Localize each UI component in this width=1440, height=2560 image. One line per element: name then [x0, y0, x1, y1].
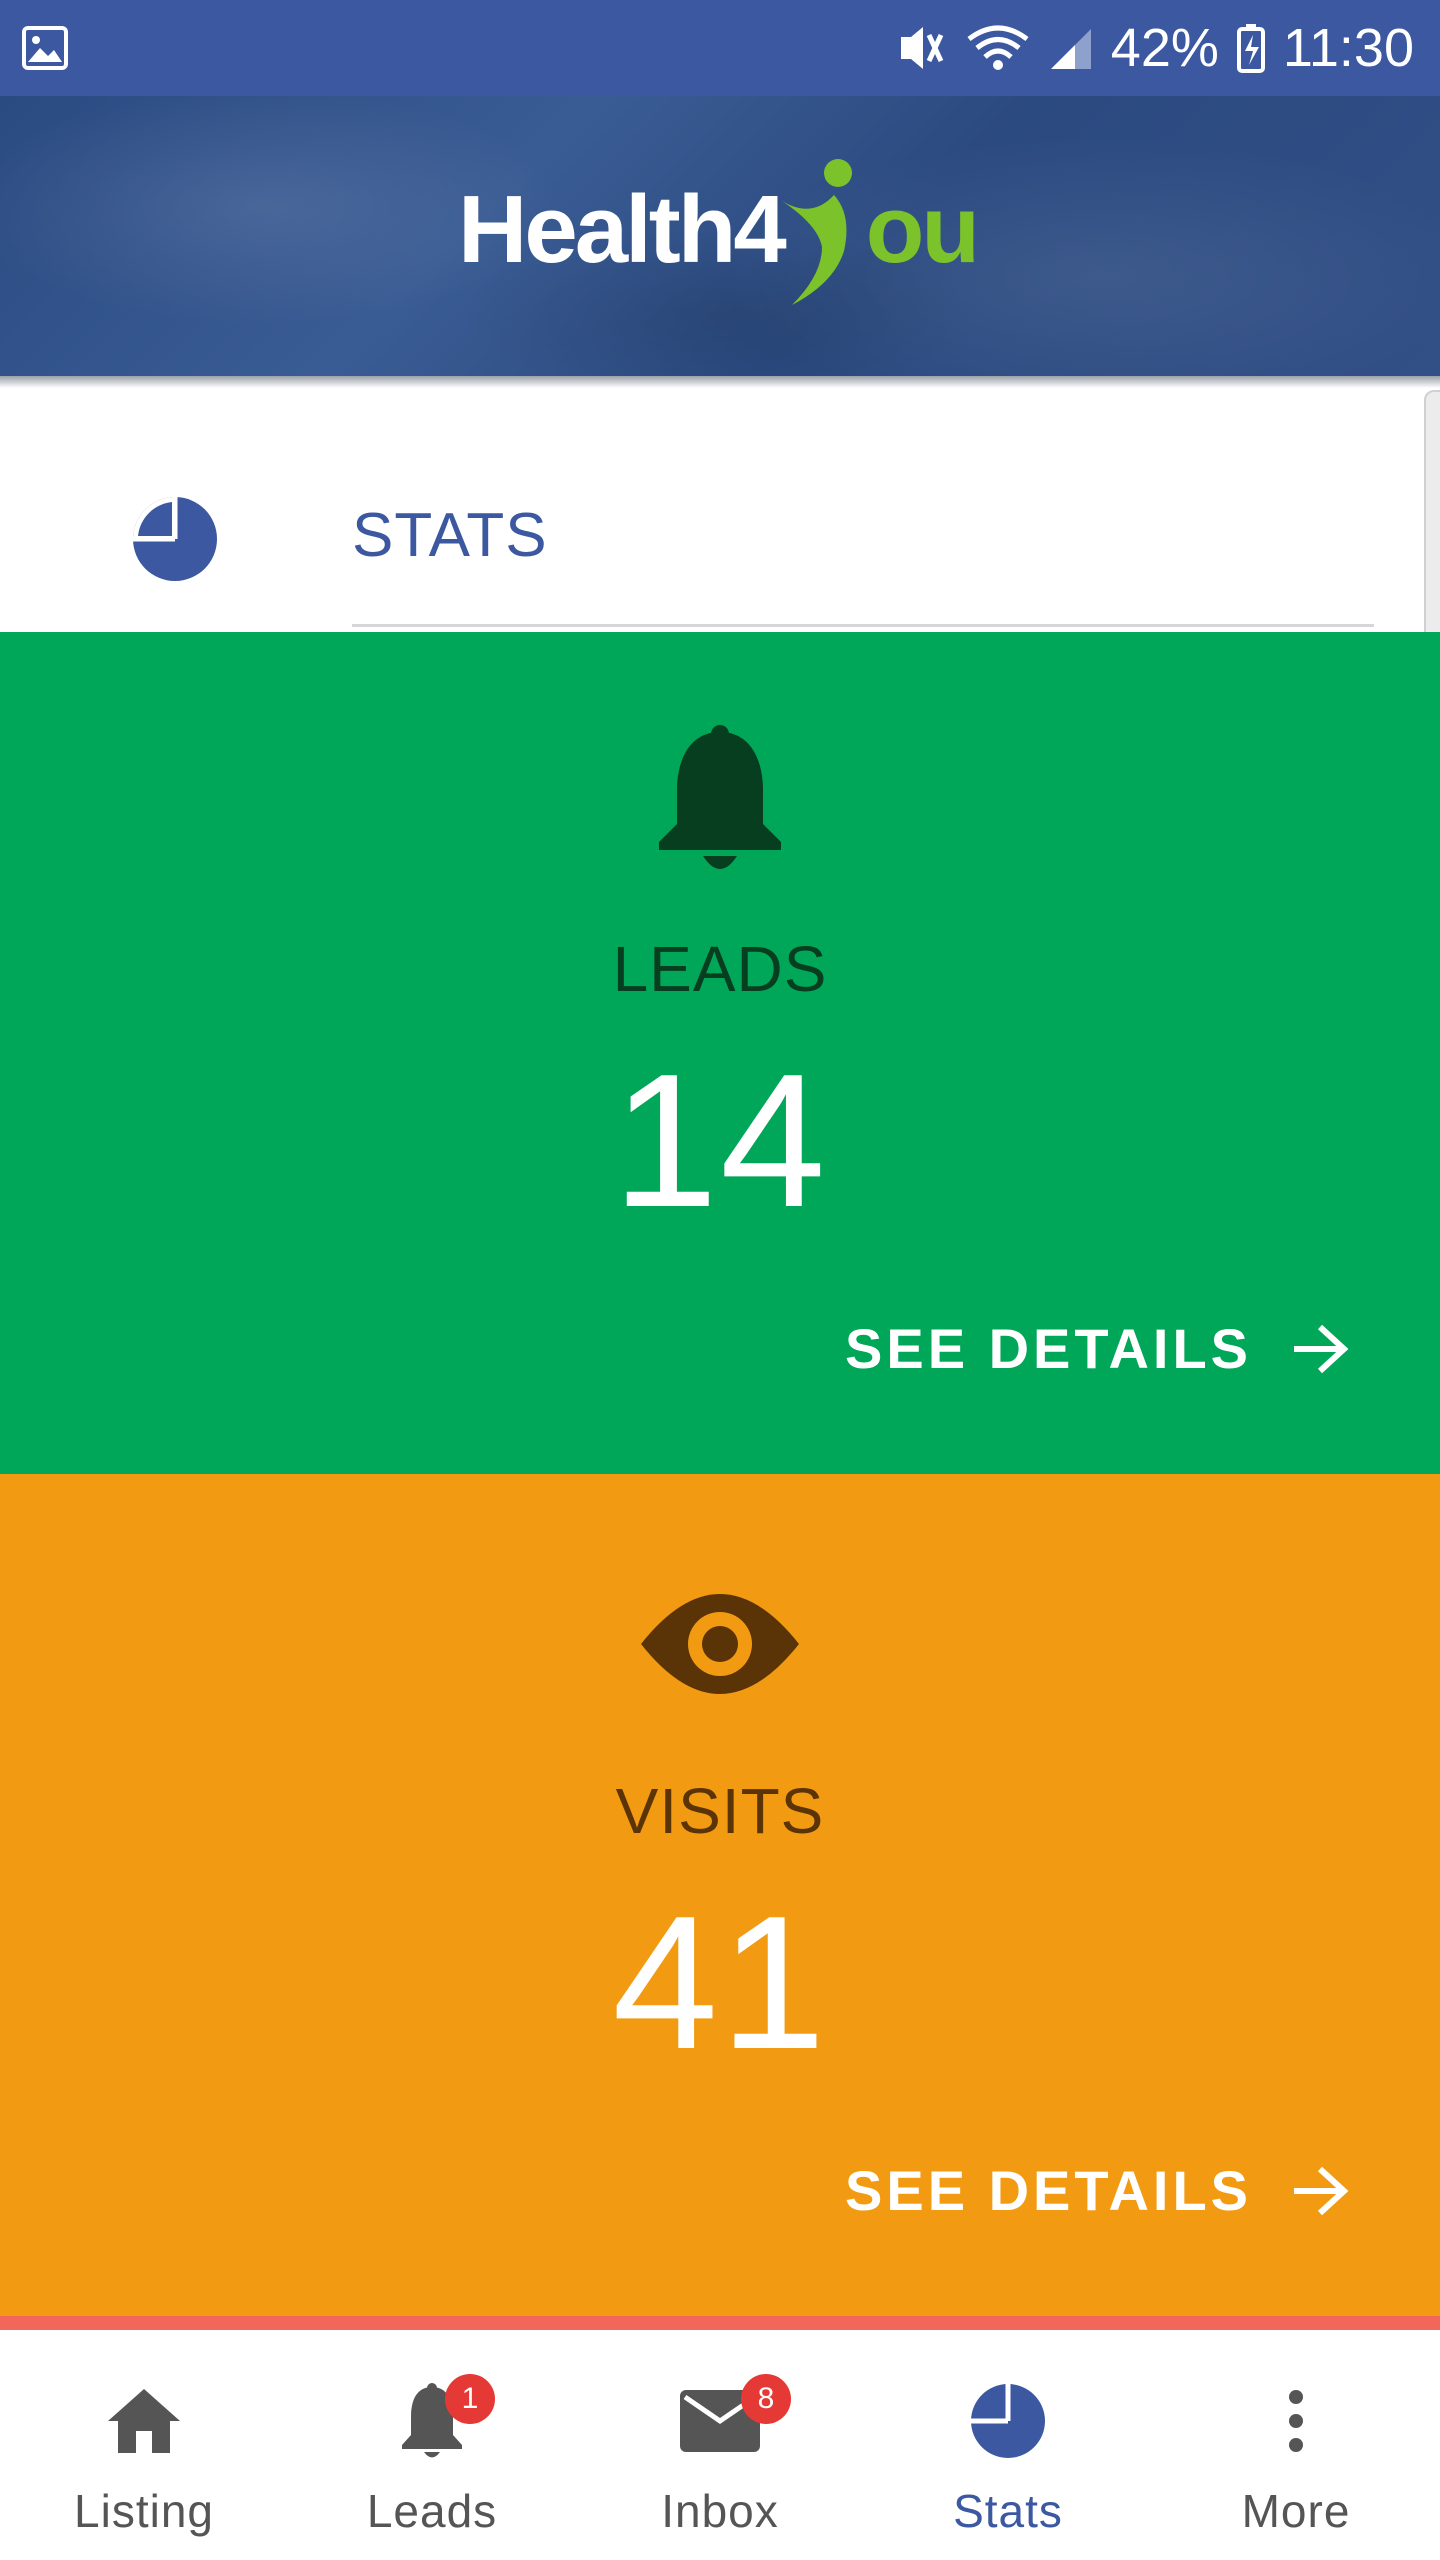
- leads-card[interactable]: LEADS 14 SEE DETAILS: [0, 632, 1440, 1474]
- mail-icon: 8: [679, 2374, 791, 2462]
- nav-label-stats: Stats: [953, 2485, 1063, 2537]
- logo-text-green: ou: [865, 176, 980, 283]
- mute-vibrate-icon: [893, 23, 947, 73]
- bottom-navigation: Listing 1 Leads 8 Inbox Stats More: [0, 2330, 1440, 2560]
- arrow-right-icon: [1294, 1324, 1349, 1373]
- leads-see-details-button[interactable]: SEE DETAILS: [845, 1316, 1350, 1381]
- bell-icon: 1: [399, 2374, 495, 2462]
- logo-text-white: Health4: [458, 176, 787, 283]
- pie-chart-icon: [132, 496, 218, 587]
- nav-inbox[interactable]: 8 Inbox: [576, 2330, 864, 2560]
- status-bar: 42% 11:30: [0, 0, 1440, 96]
- visits-see-details-button[interactable]: SEE DETAILS: [845, 2158, 1350, 2223]
- visits-card[interactable]: VISITS 41 SEE DETAILS: [0, 1474, 1440, 2316]
- leads-count: 14: [612, 1035, 828, 1247]
- see-details-label: SEE DETAILS: [844, 1317, 1252, 1380]
- visits-count: 41: [612, 1877, 828, 2089]
- page-title: STATS: [352, 501, 548, 570]
- stats-header: STATS: [0, 388, 1420, 632]
- home-icon: [106, 2380, 182, 2462]
- leads-label: LEADS: [612, 933, 828, 1005]
- nav-label-more: More: [1241, 2485, 1351, 2537]
- leads-badge: 1: [445, 2374, 495, 2424]
- bell-icon: [0, 724, 1440, 874]
- nav-stats[interactable]: Stats: [864, 2330, 1152, 2560]
- wifi-icon: [965, 23, 1031, 73]
- title-divider: [352, 624, 1374, 627]
- nav-more[interactable]: More: [1152, 2330, 1440, 2560]
- gallery-notification-icon: [22, 26, 68, 75]
- visits-label: VISITS: [615, 1775, 825, 1847]
- app-logo: Health4 ou: [458, 140, 980, 320]
- nav-listing[interactable]: Listing: [0, 2330, 288, 2560]
- nav-leads[interactable]: 1 Leads: [288, 2330, 576, 2560]
- logo-figure-icon: [781, 159, 852, 305]
- more-vert-icon: [1286, 2380, 1306, 2462]
- nav-label-leads: Leads: [366, 2485, 498, 2537]
- signal-icon: [1049, 25, 1093, 71]
- header-shadow: [0, 376, 1440, 388]
- pie-chart-icon: [970, 2380, 1046, 2462]
- arrow-right-icon: [1294, 2166, 1349, 2215]
- inbox-badge: 8: [741, 2374, 791, 2424]
- battery-charging-icon: [1236, 23, 1265, 73]
- eye-icon: [0, 1588, 1440, 1700]
- see-details-label: SEE DETAILS: [844, 2159, 1252, 2222]
- nav-label-inbox: Inbox: [661, 2485, 779, 2537]
- next-card-edge: [0, 2316, 1440, 2330]
- clock: 11:30: [1282, 18, 1414, 78]
- nav-label-listing: Listing: [74, 2485, 214, 2537]
- battery-percent: 42%: [1110, 18, 1219, 78]
